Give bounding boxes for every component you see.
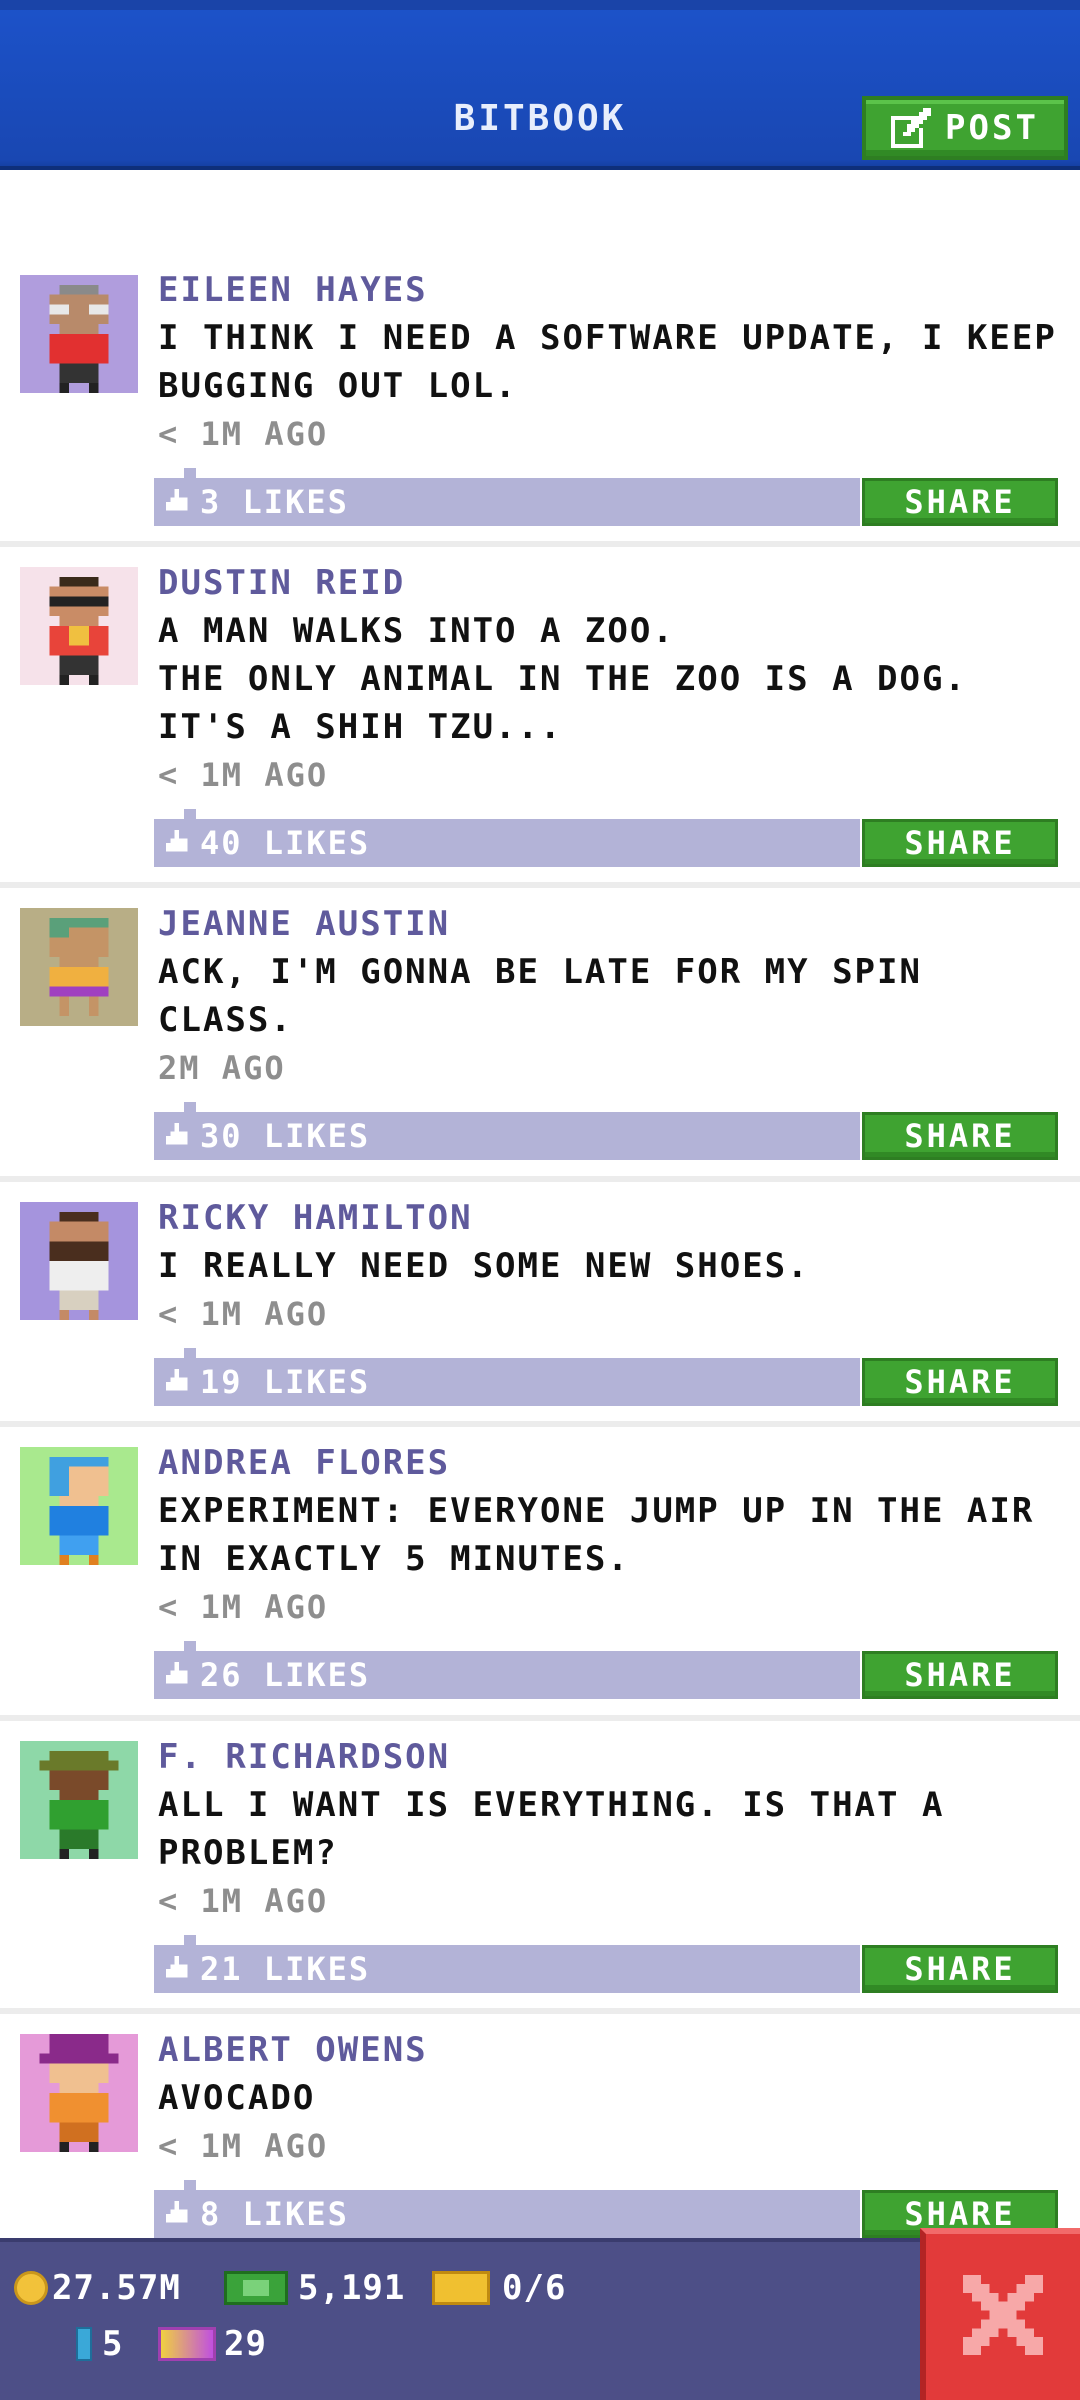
coin-icon: [14, 2271, 48, 2305]
share-button[interactable]: SHARE: [862, 1945, 1058, 1993]
share-button[interactable]: SHARE: [862, 1112, 1058, 1160]
thumbs-up-icon: [166, 489, 192, 515]
likes-bar: 26 LIKES: [154, 1641, 860, 1699]
post-button-label: POST: [945, 108, 1039, 148]
coins-stat: 27.57M: [14, 2268, 181, 2308]
thumbs-up-icon: [166, 830, 192, 856]
avatar: [20, 2034, 138, 2152]
resource-status-bar: 27.57M 5,191 0/6 5 29: [0, 2238, 1080, 2400]
share-button[interactable]: SHARE: [862, 819, 1058, 867]
golden-ticket-stat: 29: [158, 2324, 267, 2364]
likes-count: 26 LIKES: [200, 1656, 371, 1694]
tickets-stat: 0/6: [432, 2268, 566, 2308]
ticket-icon: [432, 2271, 490, 2305]
likes-bar: 3 LIKES: [154, 468, 860, 526]
likes-count: 40 LIKES: [200, 824, 371, 862]
post-author[interactable]: EILEEN HAYES: [158, 266, 1066, 314]
post-author[interactable]: ANDREA FLORES: [158, 1439, 1066, 1487]
golden-ticket-icon: [158, 2327, 216, 2361]
coins-value: 27.57M: [52, 2268, 181, 2308]
blue-item-stat: 5: [76, 2324, 123, 2364]
bux-value: 5,191: [298, 2268, 406, 2308]
likes-bar: 8 LIKES: [154, 2180, 860, 2238]
share-button[interactable]: SHARE: [862, 1358, 1058, 1406]
post-message: EXPERIMENT: EVERYONE JUMP UP IN THE AIR …: [158, 1491, 1035, 1579]
avatar: [20, 908, 138, 1026]
post-time: < 1M AGO: [158, 1588, 329, 1626]
bux-icon: [224, 2271, 288, 2305]
post-author[interactable]: F. RICHARDSON: [158, 1733, 1066, 1781]
feed-post: ANDREA FLORES EXPERIMENT: EVERYONE JUMP …: [0, 1427, 1080, 1721]
feed-post: RICKY HAMILTON I REALLY NEED SOME NEW SH…: [0, 1182, 1080, 1427]
feed-post: DUSTIN REID A MAN WALKS INTO A ZOO. THE …: [0, 547, 1080, 888]
thumbs-up-icon: [166, 1123, 192, 1149]
post-author[interactable]: RICKY HAMILTON: [158, 1194, 1066, 1242]
post-time: < 1M AGO: [158, 2127, 329, 2165]
thumbs-up-icon: [166, 1956, 192, 1982]
likes-bar: 21 LIKES: [154, 1935, 860, 1993]
share-button[interactable]: SHARE: [862, 478, 1058, 526]
avatar: [20, 1741, 138, 1859]
avatar: [20, 1202, 138, 1320]
post-author[interactable]: DUSTIN REID: [158, 559, 1066, 607]
likes-count: 30 LIKES: [200, 1117, 371, 1155]
thumbs-up-icon: [166, 1369, 192, 1395]
thumbs-up-icon: [166, 1662, 192, 1688]
post-author[interactable]: JEANNE AUSTIN: [158, 900, 1066, 948]
post-button[interactable]: POST: [862, 96, 1068, 160]
post-time: 2M AGO: [158, 1049, 286, 1087]
likes-count: 8 LIKES: [200, 2195, 349, 2233]
post-author[interactable]: ALBERT OWENS: [158, 2026, 1066, 2074]
post-message: AVOCADO: [158, 2078, 316, 2118]
avatar: [20, 1447, 138, 1565]
likes-count: 19 LIKES: [200, 1363, 371, 1401]
blue-gem-icon: [76, 2327, 92, 2361]
likes-bar: 40 LIKES: [154, 809, 860, 867]
post-time: < 1M AGO: [158, 1882, 329, 1920]
likes-count: 3 LIKES: [200, 483, 349, 521]
header-top-stripe: [0, 0, 1080, 10]
post-time: < 1M AGO: [158, 415, 329, 453]
app-header: BITBOOK POST: [0, 0, 1080, 170]
feed-post: EILEEN HAYES I THINK I NEED A SOFTWARE U…: [0, 174, 1080, 547]
post-message: A MAN WALKS INTO A ZOO. THE ONLY ANIMAL …: [158, 611, 967, 747]
close-icon: [963, 2275, 1043, 2359]
post-time: < 1M AGO: [158, 756, 329, 794]
feed-post: F. RICHARDSON ALL I WANT IS EVERYTHING. …: [0, 1721, 1080, 2014]
likes-count: 21 LIKES: [200, 1950, 371, 1988]
avatar: [20, 275, 138, 393]
post-message: ACK, I'M GONNA BE LATE FOR MY SPIN CLASS…: [158, 952, 922, 1040]
likes-bar: 30 LIKES: [154, 1102, 860, 1160]
tickets-value: 0/6: [502, 2268, 567, 2308]
feed-post: JEANNE AUSTIN ACK, I'M GONNA BE LATE FOR…: [0, 888, 1080, 1182]
close-button[interactable]: [920, 2228, 1080, 2400]
compose-icon: [891, 108, 932, 148]
thumbs-up-icon: [166, 2201, 192, 2227]
likes-bar: 19 LIKES: [154, 1348, 860, 1406]
post-message: I REALLY NEED SOME NEW SHOES.: [158, 1246, 810, 1286]
avatar: [20, 567, 138, 685]
feed-post: ALBERT OWENS AVOCADO < 1M AGO 8 LIKES SH…: [0, 2014, 1080, 2254]
post-message: I THINK I NEED A SOFTWARE UPDATE, I KEEP…: [158, 318, 1057, 406]
blue-item-value: 5: [102, 2324, 124, 2364]
golden-ticket-value: 29: [224, 2324, 267, 2364]
bux-stat: 5,191: [224, 2268, 405, 2308]
post-message: ALL I WANT IS EVERYTHING. IS THAT A PROB…: [158, 1785, 945, 1873]
post-time: < 1M AGO: [158, 1295, 329, 1333]
share-button[interactable]: SHARE: [862, 1651, 1058, 1699]
